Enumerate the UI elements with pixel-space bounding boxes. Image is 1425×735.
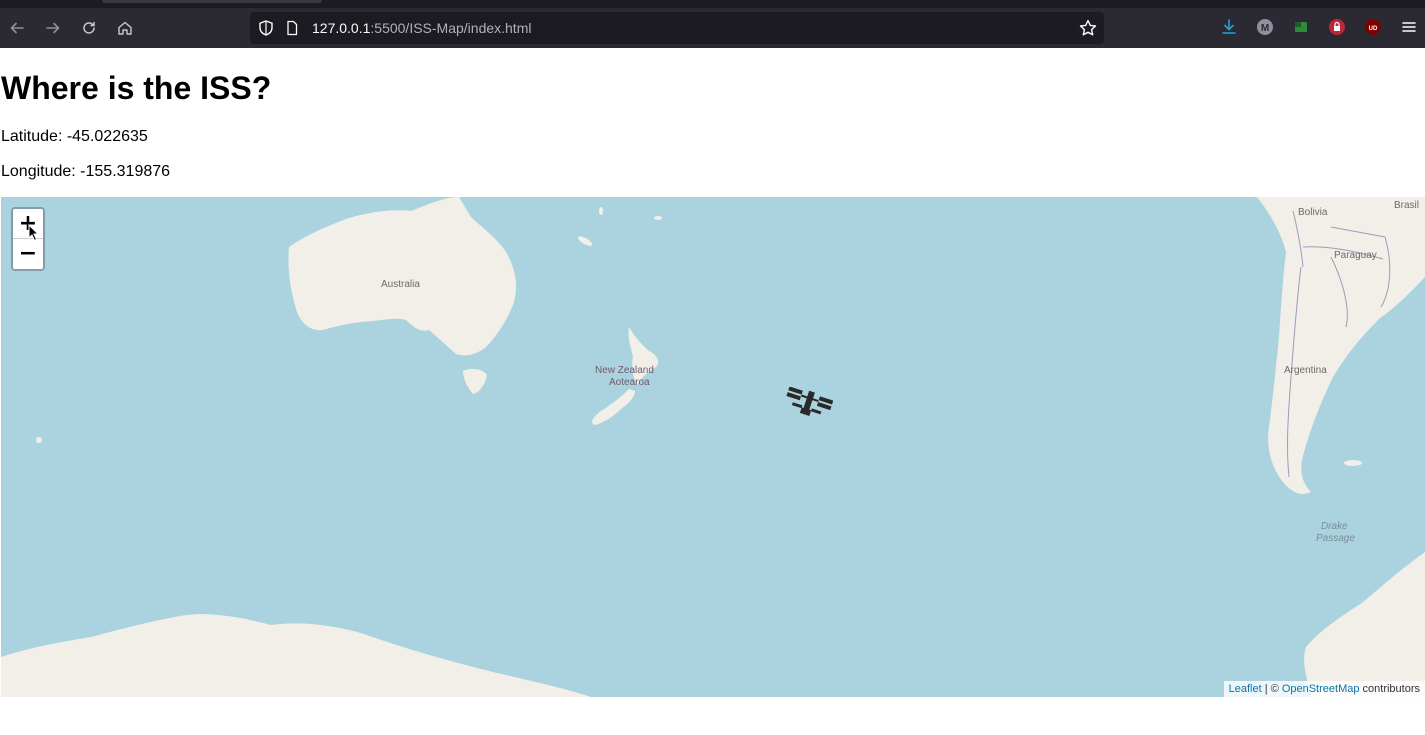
download-icon[interactable] bbox=[1220, 18, 1238, 36]
label-bolivia: Bolivia bbox=[1298, 207, 1328, 218]
reload-icon[interactable] bbox=[77, 16, 101, 40]
zoom-out-button[interactable]: − bbox=[13, 239, 43, 269]
label-aotearoa: Aotearoa bbox=[609, 377, 650, 388]
map-tiles bbox=[1, 197, 1425, 697]
antarctica bbox=[1, 614, 591, 697]
attribution-contributors: contributors bbox=[1359, 683, 1420, 695]
label-drake: Drake bbox=[1321, 521, 1348, 532]
antarctic-peninsula bbox=[1304, 552, 1425, 697]
active-tab[interactable] bbox=[102, 0, 322, 3]
openstreetmap-link[interactable]: OpenStreetMap bbox=[1282, 683, 1360, 695]
ublock-icon[interactable]: UD bbox=[1364, 18, 1382, 36]
m-extension-icon[interactable]: M bbox=[1256, 18, 1274, 36]
label-new-zealand: New Zealand bbox=[595, 365, 654, 376]
url-path: :5500/ISS-Map/index.html bbox=[370, 20, 532, 36]
tab-strip bbox=[0, 0, 1425, 8]
mouse-cursor-icon bbox=[28, 224, 40, 242]
map-attribution: Leaflet | © OpenStreetMap contributors bbox=[1223, 681, 1425, 697]
attribution-separator: | © bbox=[1261, 683, 1282, 695]
forward-arrow-icon[interactable] bbox=[41, 16, 65, 40]
menu-icon[interactable] bbox=[1400, 18, 1418, 36]
bookmark-star-icon[interactable] bbox=[1078, 18, 1098, 38]
label-paraguay: Paraguay bbox=[1334, 250, 1377, 261]
url-host: 127.0.0.1 bbox=[312, 20, 371, 36]
leaflet-link[interactable]: Leaflet bbox=[1229, 683, 1262, 695]
shield-icon[interactable] bbox=[257, 19, 275, 37]
label-argentina: Argentina bbox=[1284, 365, 1327, 376]
url-text[interactable]: 127.0.0.1:5500/ISS-Map/index.html bbox=[312, 20, 531, 36]
lock-extension-icon[interactable] bbox=[1328, 18, 1346, 36]
label-australia: Australia bbox=[381, 279, 420, 290]
browser-toolbar: 127.0.0.1:5500/ISS-Map/index.html M UD bbox=[0, 8, 1425, 48]
south-america bbox=[1257, 197, 1425, 494]
page-title: Where is the ISS? bbox=[1, 70, 272, 106]
back-arrow-icon[interactable] bbox=[5, 16, 29, 40]
label-passage: Passage bbox=[1316, 533, 1355, 544]
tasmania bbox=[463, 368, 487, 394]
svg-text:UD: UD bbox=[1369, 26, 1378, 32]
green-extension-icon[interactable] bbox=[1292, 18, 1310, 36]
page-icon bbox=[287, 20, 298, 36]
label-brasil: Brasil bbox=[1394, 200, 1420, 211]
home-icon[interactable] bbox=[113, 16, 137, 40]
new-zealand-south bbox=[592, 389, 635, 425]
australia-landmass bbox=[288, 197, 517, 356]
iss-station-icon[interactable] bbox=[783, 387, 833, 421]
latitude-text: Latitude: -45.022635 bbox=[1, 128, 148, 145]
longitude-text: Longitude: -155.319876 bbox=[1, 163, 171, 180]
svg-text:M: M bbox=[1261, 23, 1269, 34]
address-bar[interactable]: 127.0.0.1:5500/ISS-Map/index.html bbox=[250, 12, 1104, 44]
iss-map[interactable]: Australia New Zealand Aotearoa Bolivia P… bbox=[1, 197, 1425, 697]
